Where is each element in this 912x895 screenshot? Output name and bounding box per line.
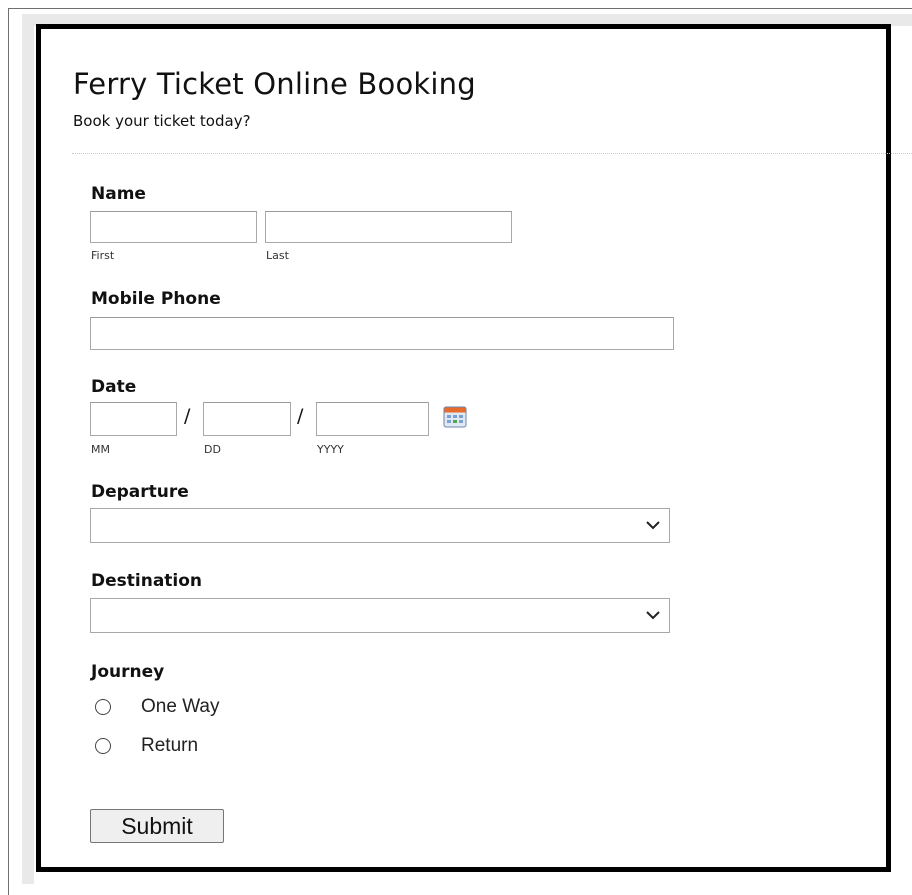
radio-label: One Way (141, 696, 220, 717)
calendar-icon[interactable] (443, 406, 467, 428)
day-sublabel: DD (204, 443, 221, 456)
date-label: Date (91, 377, 137, 397)
form-subtitle: Book your ticket today? (73, 112, 251, 130)
last-name-input[interactable] (265, 211, 512, 243)
side-gray-strip (22, 14, 34, 884)
mobile-phone-label: Mobile Phone (91, 289, 221, 309)
journey-label: Journey (91, 662, 165, 682)
date-day-input[interactable] (203, 402, 291, 436)
radio-button[interactable] (95, 699, 111, 715)
chevron-down-icon (646, 521, 660, 530)
header-divider (72, 153, 912, 154)
radio-button[interactable] (95, 738, 111, 754)
last-sublabel: Last (266, 249, 289, 262)
radio-label: Return (141, 735, 199, 756)
destination-label: Destination (91, 571, 203, 591)
date-separator: / (297, 405, 304, 427)
mobile-phone-input[interactable] (90, 317, 674, 350)
date-month-input[interactable] (90, 402, 177, 436)
first-sublabel: First (91, 249, 115, 262)
destination-select[interactable] (90, 598, 670, 633)
date-separator: / (184, 405, 191, 427)
name-label: Name (91, 184, 146, 204)
date-year-input[interactable] (316, 402, 429, 436)
departure-label: Departure (91, 482, 189, 502)
submit-button[interactable]: Submit (90, 809, 224, 843)
chevron-down-icon (646, 611, 660, 620)
departure-select[interactable] (90, 508, 670, 543)
year-sublabel: YYYY (317, 443, 344, 456)
form-title: Ferry Ticket Online Booking (73, 67, 476, 101)
month-sublabel: MM (91, 443, 110, 456)
first-name-input[interactable] (90, 211, 257, 243)
